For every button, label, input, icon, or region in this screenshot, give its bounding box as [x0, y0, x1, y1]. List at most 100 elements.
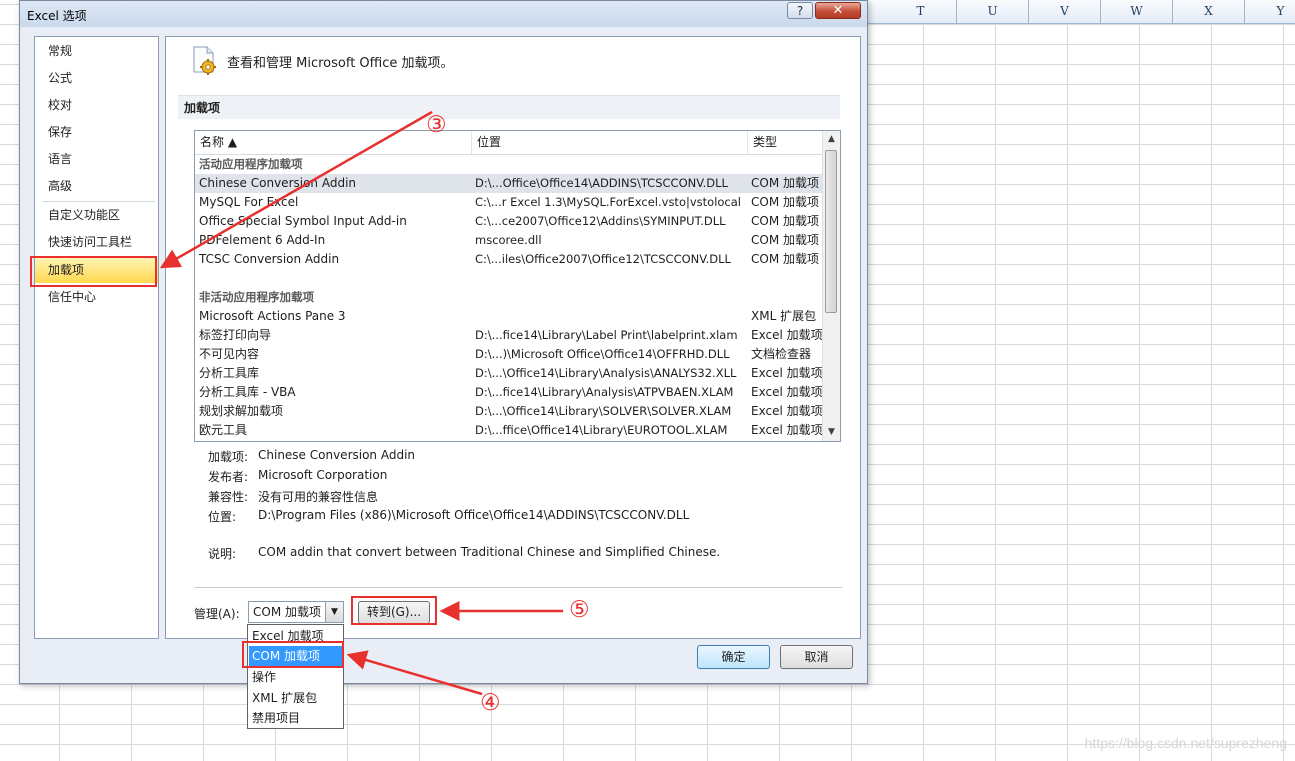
addin-type: COM 加载项: [751, 195, 819, 209]
watermark-text: https://blog.csdn.net/suprezheng: [1084, 735, 1287, 751]
addin-name: Microsoft Actions Pane 3: [199, 309, 346, 323]
bottom-separator: [194, 587, 842, 588]
nav-item-general[interactable]: 常规: [35, 39, 158, 64]
addin-type: Excel 加载项: [751, 366, 823, 380]
ok-button[interactable]: 确定: [697, 645, 770, 669]
addin-row[interactable]: Microsoft Actions Pane 3 XML 扩展包: [195, 307, 824, 326]
column-header-t[interactable]: T: [885, 0, 957, 23]
addin-row[interactable]: Office Special Symbol Input Add-in C:\..…: [195, 212, 824, 231]
nav-item-proofing[interactable]: 校对: [35, 93, 158, 118]
annotation-marker-3: ③: [426, 112, 447, 138]
column-header-x[interactable]: X: [1173, 0, 1245, 23]
highlight-com-option: [242, 641, 344, 668]
addin-name: 标签打印向导: [199, 328, 272, 342]
scroll-up-arrow-icon[interactable]: ▲: [823, 131, 840, 148]
addin-name: Chinese Conversion Addin: [199, 176, 357, 190]
group-label-active: 活动应用程序加载项: [199, 157, 303, 171]
addin-name: Office Special Symbol Input Add-in: [199, 214, 407, 228]
list-scrollbar[interactable]: ▲ ▼: [822, 131, 840, 441]
addin-type: COM 加载项: [751, 176, 819, 190]
addin-name: 规划求解加载项: [199, 404, 284, 418]
scroll-down-arrow-icon[interactable]: ▼: [823, 424, 840, 441]
chevron-down-icon[interactable]: ▼: [325, 602, 343, 622]
addin-type: 文档检查器: [751, 347, 812, 361]
close-button[interactable]: ✕: [815, 2, 861, 19]
column-header-u[interactable]: U: [957, 0, 1029, 23]
addin-row[interactable]: TCSC Conversion Addin C:\...iles\Office2…: [195, 250, 824, 269]
addin-row[interactable]: MySQL For Excel C:\...r Excel 1.3\MySQL.…: [195, 193, 824, 212]
addin-row[interactable]: 分析工具库 - VBA D:\...fice14\Library\Analysi…: [195, 383, 824, 402]
nav-item-formulas[interactable]: 公式: [35, 66, 158, 91]
detail-compat-value: 没有可用的兼容性信息: [258, 490, 379, 504]
detail-compat-label: 兼容性:: [208, 490, 249, 504]
addin-location: D:\...)\Microsoft Office\Office14\OFFRHD…: [475, 347, 730, 361]
addins-gear-icon: [193, 46, 216, 75]
addin-location: mscoree.dll: [475, 233, 542, 247]
addin-location: D:\...fice14\Library\Label Print\labelpr…: [475, 328, 738, 342]
column-header-type[interactable]: 类型: [748, 131, 824, 154]
manage-select[interactable]: COM 加载项 ▼: [248, 601, 344, 623]
column-header-location[interactable]: 位置: [472, 131, 748, 154]
excel-options-dialog: Excel 选项 ? ✕ 常规 公式 校对 保存 语言 高级 自定义功能区 快速…: [19, 0, 868, 684]
addin-location: D:\...Office\Office14\ADDINS\TCSCCONV.DL…: [475, 176, 728, 190]
addin-type: Excel 加载项: [751, 385, 823, 399]
addin-row[interactable]: 规划求解加载项 D:\...\Office14\Library\SOLVER\S…: [195, 402, 824, 421]
addin-location: D:\...fice14\Library\Analysis\ATPVBAEN.X…: [475, 385, 734, 399]
addin-row[interactable]: 分析工具库 D:\...\Office14\Library\Analysis\A…: [195, 364, 824, 383]
addin-location: D:\...ffice\Office14\Library\EUROTOOL.XL…: [475, 423, 728, 437]
nav-separator: [43, 201, 155, 202]
addin-list[interactable]: 名称 ▲ 位置 类型 活动应用程序加载项 Chinese Conversion …: [194, 130, 841, 442]
column-header-v[interactable]: V: [1029, 0, 1101, 23]
addin-name: 欧元工具: [199, 423, 248, 437]
nav-item-language[interactable]: 语言: [35, 147, 158, 172]
highlight-nav-addins: [30, 256, 157, 287]
manage-dropdown-list[interactable]: Excel 加载项 COM 加载项 操作 XML 扩展包 禁用项目: [247, 624, 344, 729]
highlight-goto-button: [351, 596, 437, 625]
addin-row[interactable]: 不可见内容 D:\...)\Microsoft Office\Office14\…: [195, 345, 824, 364]
section-title: 加载项: [178, 95, 840, 119]
detail-location-value: D:\Program Files (x86)\Microsoft Office\…: [258, 508, 690, 522]
nav-item-save[interactable]: 保存: [35, 120, 158, 145]
addin-name: 不可见内容: [199, 347, 260, 361]
nav-item-customize-ribbon[interactable]: 自定义功能区: [35, 203, 158, 228]
column-header-bar: T U V W X Y: [868, 0, 1295, 24]
annotation-marker-5: ⑤: [569, 597, 590, 623]
addin-row[interactable]: 欧元工具 D:\...ffice\Office14\Library\EUROTO…: [195, 421, 824, 440]
addin-location: C:\...iles\Office2007\Office12\TCSCCONV.…: [475, 252, 731, 266]
detail-publisher-label: 发布者:: [208, 470, 249, 484]
manage-label: 管理(A):: [194, 607, 240, 621]
dialog-titlebar[interactable]: Excel 选项 ? ✕: [20, 1, 867, 27]
column-header-w[interactable]: W: [1101, 0, 1173, 23]
addin-location: D:\...\Office14\Library\Analysis\ANALYS3…: [475, 366, 737, 380]
annotation-marker-4: ④: [480, 690, 501, 716]
addin-row[interactable]: Chinese Conversion Addin D:\...Office\Of…: [195, 174, 824, 193]
scroll-thumb[interactable]: [825, 150, 837, 313]
nav-item-advanced[interactable]: 高级: [35, 174, 158, 199]
addins-panel: 查看和管理 Microsoft Office 加载项。 加载项 名称 ▲ 位置 …: [165, 36, 861, 639]
options-nav: 常规 公式 校对 保存 语言 高级 自定义功能区 快速访问工具栏 加载项 信任中…: [34, 36, 159, 639]
help-button[interactable]: ?: [787, 2, 813, 19]
cancel-button[interactable]: 取消: [780, 645, 853, 669]
addin-type: XML 扩展包: [751, 309, 817, 323]
addin-type: COM 加载项: [751, 233, 819, 247]
nav-item-quick-access[interactable]: 快速访问工具栏: [35, 230, 158, 255]
dropdown-option-xml-packs[interactable]: XML 扩展包: [249, 688, 342, 708]
detail-publisher-value: Microsoft Corporation: [258, 468, 388, 482]
dialog-title: Excel 选项: [27, 9, 87, 23]
dropdown-option-disabled-items[interactable]: 禁用项目: [249, 708, 342, 728]
addin-row[interactable]: PDFelement 6 Add-In mscoree.dll COM 加载项: [195, 231, 824, 250]
addin-type: Excel 加载项: [751, 328, 823, 342]
addin-location: C:\...r Excel 1.3\MySQL.ForExcel.vsto|vs…: [475, 195, 741, 209]
detail-addin-value: Chinese Conversion Addin: [258, 448, 416, 462]
manage-select-value: COM 加载项: [253, 605, 321, 619]
addin-name: TCSC Conversion Addin: [199, 252, 340, 266]
column-header-y[interactable]: Y: [1245, 0, 1295, 23]
group-label-inactive: 非活动应用程序加载项: [199, 290, 314, 304]
dropdown-option-actions[interactable]: 操作: [249, 667, 342, 687]
detail-description-label: 说明:: [208, 547, 237, 561]
nav-item-trust-center[interactable]: 信任中心: [35, 285, 158, 310]
detail-addin-label: 加载项:: [208, 450, 249, 464]
panel-heading: 查看和管理 Microsoft Office 加载项。: [227, 56, 454, 71]
addin-name: 分析工具库 - VBA: [199, 385, 296, 399]
addin-row[interactable]: 标签打印向导 D:\...fice14\Library\Label Print\…: [195, 326, 824, 345]
